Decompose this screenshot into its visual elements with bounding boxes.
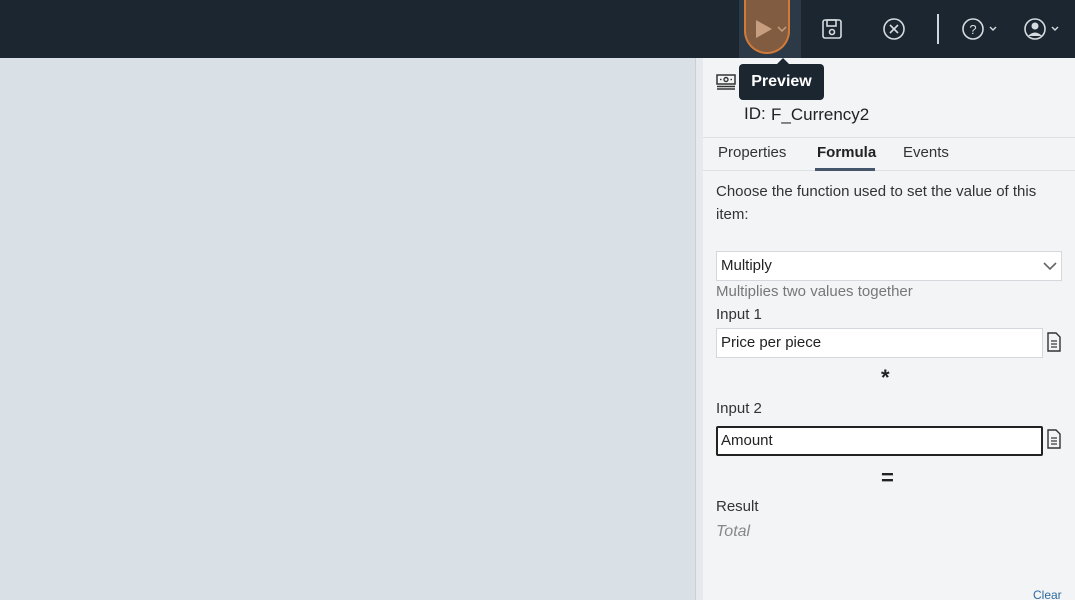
properties-panel: ID: F_Currency2 Properties Formula Event… bbox=[703, 58, 1075, 600]
input1-label: Input 1 bbox=[716, 306, 762, 323]
input2-field[interactable]: Amount bbox=[716, 426, 1043, 456]
result-label: Result bbox=[716, 498, 759, 515]
id-value: F_Currency2 bbox=[771, 105, 870, 124]
chevron-down-icon bbox=[1042, 259, 1058, 277]
multiply-operator: * bbox=[881, 365, 890, 390]
input1-value: Price per piece bbox=[721, 334, 822, 351]
user-account-icon bbox=[1024, 18, 1059, 40]
save-icon bbox=[822, 19, 842, 39]
currency-icon bbox=[716, 72, 736, 95]
function-select[interactable]: Multiply bbox=[716, 251, 1062, 281]
help-circle-icon: ? bbox=[962, 18, 997, 40]
function-help-text: Multiplies two values together bbox=[716, 283, 913, 300]
input2-label: Input 2 bbox=[716, 400, 762, 417]
input1-source-icon[interactable] bbox=[1046, 332, 1062, 357]
save-button[interactable] bbox=[815, 0, 849, 58]
clear-link[interactable]: Clear bbox=[1033, 588, 1062, 600]
id-label: ID: bbox=[744, 104, 766, 123]
form-canvas[interactable] bbox=[0, 58, 695, 600]
panel-splitter[interactable] bbox=[695, 58, 703, 600]
preview-tooltip: Preview bbox=[739, 58, 824, 100]
input2-source-icon[interactable] bbox=[1046, 429, 1062, 454]
tab-properties[interactable]: Properties bbox=[718, 144, 786, 161]
active-tab-indicator bbox=[815, 168, 875, 171]
user-menu-button[interactable] bbox=[1022, 0, 1066, 58]
top-toolbar: ? bbox=[0, 0, 1075, 58]
help-menu-button[interactable]: ? bbox=[960, 0, 1004, 58]
tab-formula[interactable]: Formula bbox=[817, 144, 876, 161]
click-highlight bbox=[744, 0, 790, 54]
panel-tabs: Properties Formula Events bbox=[703, 137, 1075, 171]
input1-field[interactable]: Price per piece bbox=[716, 328, 1043, 358]
input2-value: Amount bbox=[721, 432, 773, 449]
toolbar-divider bbox=[937, 14, 939, 44]
result-value: Total bbox=[716, 523, 751, 540]
formula-description: Choose the function used to set the valu… bbox=[716, 183, 1037, 223]
function-select-value: Multiply bbox=[721, 257, 772, 274]
equals-operator: = bbox=[881, 465, 894, 490]
svg-text:?: ? bbox=[969, 22, 976, 37]
tab-events[interactable]: Events bbox=[903, 144, 949, 161]
close-button[interactable] bbox=[877, 0, 911, 58]
close-circle-icon bbox=[883, 18, 905, 40]
